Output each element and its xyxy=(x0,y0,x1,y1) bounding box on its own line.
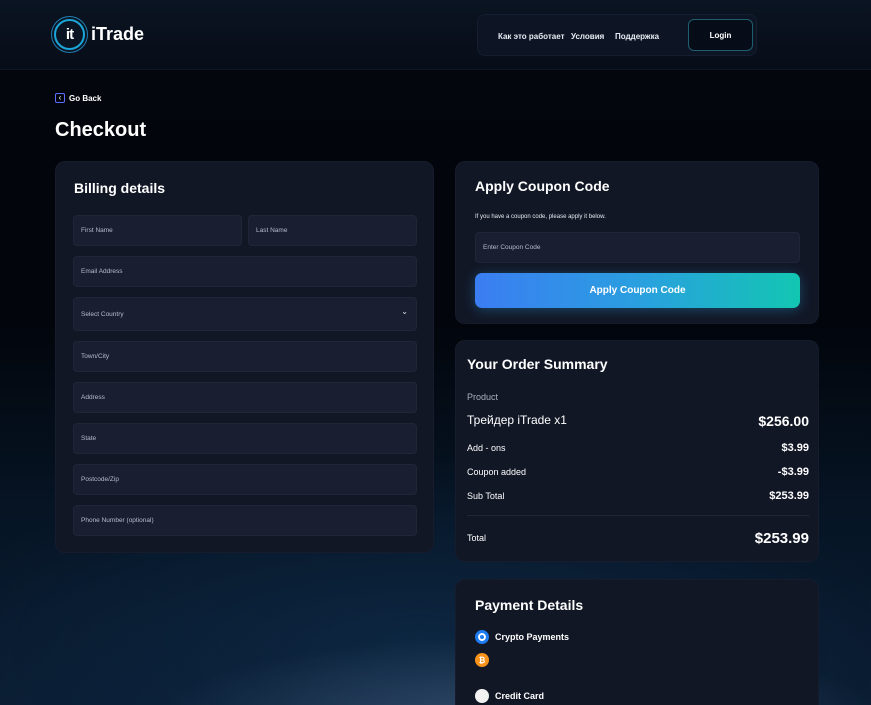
product-price: $256.00 xyxy=(758,413,809,429)
coupon-description: If you have a coupon code, please apply … xyxy=(475,214,606,220)
first-name-field[interactable]: First Name xyxy=(73,215,242,246)
billing-title: Billing details xyxy=(74,180,166,196)
summary-divider xyxy=(467,515,809,516)
chevron-down-icon: ⌄ xyxy=(401,307,408,316)
total-value: $253.99 xyxy=(754,530,809,547)
bitcoin-icon: ₿ xyxy=(475,653,489,667)
login-button[interactable]: Login xyxy=(688,19,753,51)
logo-text: iTrade xyxy=(91,24,145,44)
state-field[interactable]: State xyxy=(73,423,417,454)
nav-link-terms[interactable]: Условия xyxy=(571,32,604,41)
coupon-added-value: -$3.99 xyxy=(777,466,809,478)
credit-card-option[interactable]: Credit Card xyxy=(475,689,544,703)
coupon-title: Apply Coupon Code xyxy=(475,178,610,194)
last-name-field[interactable]: Last Name xyxy=(248,215,417,246)
total-label: Total xyxy=(467,533,487,543)
crypto-payment-label: Crypto Payments xyxy=(495,632,570,642)
nav-link-how-it-works[interactable]: Как это работает xyxy=(498,32,564,41)
country-select[interactable]: Select Country ⌄ xyxy=(73,297,417,331)
page-title: Checkout xyxy=(55,119,147,141)
go-back-link[interactable]: ‹ Go Back xyxy=(55,93,101,103)
payment-title: Payment Details xyxy=(475,597,584,613)
go-back-label: Go Back xyxy=(69,93,102,103)
addons-value: $3.99 xyxy=(781,442,809,454)
logo-mark-icon: it xyxy=(54,19,85,50)
phone-field[interactable]: Phone Number (optional) xyxy=(73,505,417,536)
country-select-value: Select Country xyxy=(81,310,124,318)
crypto-payment-option[interactable]: Crypto Payments xyxy=(475,630,569,644)
coupon-input[interactable]: Enter Coupon Code xyxy=(475,232,800,263)
subtotal-value: $253.99 xyxy=(769,490,809,502)
order-summary-card: Your Order Summary Product Трейдер iTrad… xyxy=(455,340,819,562)
town-field[interactable]: Town/City xyxy=(73,341,417,372)
radio-unselected-icon[interactable] xyxy=(475,689,489,703)
logo[interactable]: it iTrade xyxy=(54,19,144,50)
nav-link-support[interactable]: Поддержка xyxy=(615,32,659,41)
postcode-field[interactable]: Postcode/Zip xyxy=(73,464,417,495)
email-field[interactable]: Email Address xyxy=(73,256,417,287)
chevron-left-icon: ‹ xyxy=(55,93,65,103)
coupon-card: Apply Coupon Code If you have a coupon c… xyxy=(455,161,819,324)
radio-selected-icon[interactable] xyxy=(475,630,489,644)
apply-coupon-button[interactable]: Apply Coupon Code xyxy=(475,273,800,308)
billing-card: Billing details First Name Last Name Ema… xyxy=(55,161,434,553)
payment-card: Payment Details Crypto Payments ₿ Credit… xyxy=(455,579,819,705)
top-header: it iTrade Как это работает Условия Подде… xyxy=(0,0,871,70)
credit-card-label: Credit Card xyxy=(495,691,545,701)
address-field[interactable]: Address xyxy=(73,382,417,413)
product-name: Трейдер iTrade x1 xyxy=(467,413,567,427)
addons-label: Add - ons xyxy=(467,443,506,453)
product-header: Product xyxy=(467,392,499,402)
main-nav: Как это работает Условия Поддержка Login xyxy=(477,14,757,56)
logo-mark-text: it xyxy=(65,26,74,43)
subtotal-label: Sub Total xyxy=(467,491,505,501)
coupon-added-label: Coupon added xyxy=(467,467,527,477)
summary-title: Your Order Summary xyxy=(467,356,608,372)
